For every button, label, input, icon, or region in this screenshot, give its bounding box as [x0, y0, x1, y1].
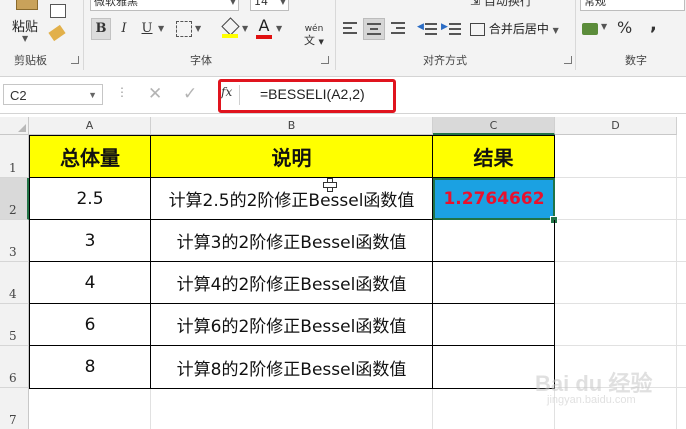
- chevron-down-icon: ▼: [229, 0, 236, 6]
- align-center-button[interactable]: [363, 18, 385, 40]
- paste-icon: [16, 0, 38, 10]
- cell-b5[interactable]: 计算6的2阶修正Bessel函数值: [151, 304, 433, 346]
- cell-a3[interactable]: 3: [29, 220, 151, 262]
- chevron-down-icon[interactable]: ▼: [158, 24, 164, 33]
- wrap-text-icon: ⇲: [470, 0, 481, 8]
- cell-a2[interactable]: 2.5: [29, 178, 151, 220]
- comma-style-button[interactable]: ,: [650, 14, 657, 35]
- cell-c5[interactable]: [433, 304, 555, 346]
- row-header-1[interactable]: 1: [0, 135, 29, 178]
- column-header-c[interactable]: C: [433, 117, 555, 135]
- clipboard-launcher-icon[interactable]: [71, 56, 79, 64]
- formula-input[interactable]: =BESSELI(A2,2): [260, 86, 365, 102]
- header-cell-result[interactable]: 结果: [433, 135, 555, 178]
- gridline: [555, 345, 686, 346]
- gridline: [150, 388, 151, 429]
- row-header-7[interactable]: 7: [0, 388, 29, 429]
- row-header-6[interactable]: 6: [0, 346, 29, 388]
- watermark-logo: Bai du 经验 jingyan.baidu.com: [535, 371, 653, 406]
- gridline: [432, 388, 433, 429]
- italic-button[interactable]: I: [114, 18, 134, 40]
- gridline: [555, 303, 686, 304]
- gridline: [555, 219, 686, 220]
- cell-c4[interactable]: [433, 262, 555, 304]
- cell-cursor-icon: [323, 178, 337, 192]
- wrap-text-button[interactable]: ⇲ 自动换行: [470, 0, 565, 8]
- chevron-down-icon: ▼: [552, 26, 559, 35]
- chevron-down-icon[interactable]: ▼: [276, 24, 282, 33]
- column-header-d[interactable]: D: [555, 117, 677, 135]
- merge-icon: [470, 23, 485, 36]
- accounting-format-icon[interactable]: ▼: [582, 20, 607, 38]
- row-header-3[interactable]: 3: [0, 220, 29, 262]
- font-size-select[interactable]: 14 ▼: [250, 0, 289, 11]
- chevron-down-icon[interactable]: ▼: [242, 24, 248, 33]
- borders-icon[interactable]: [176, 21, 192, 37]
- cell-a5[interactable]: 6: [29, 304, 151, 346]
- group-divider: [83, 0, 84, 70]
- font-color-icon[interactable]: A: [256, 16, 272, 39]
- select-all-corner[interactable]: [0, 117, 29, 135]
- phonetic-guide-button[interactable]: wén 文 ▼: [299, 16, 329, 47]
- chevron-down-icon: ▼: [88, 90, 97, 100]
- row-header-2[interactable]: 2: [0, 178, 29, 220]
- header-cell-total[interactable]: 总体量: [29, 135, 151, 178]
- name-box[interactable]: C2 ▼: [3, 84, 103, 105]
- cell-b3[interactable]: 计算3的2阶修正Bessel函数值: [151, 220, 433, 262]
- font-launcher-icon[interactable]: [321, 56, 329, 64]
- column-header-b[interactable]: B: [151, 117, 433, 135]
- number-group-label: 数字: [625, 54, 647, 67]
- alignment-group-label: 对齐方式: [423, 54, 467, 67]
- bold-button[interactable]: B: [91, 18, 111, 40]
- chevron-down-icon: ▼: [22, 34, 29, 43]
- copy-icon[interactable]: [50, 4, 66, 18]
- chevron-down-icon: ▼: [279, 0, 286, 6]
- cell-b6[interactable]: 计算8的2阶修正Bessel函数值: [151, 346, 433, 389]
- header-cell-description[interactable]: 说明: [151, 135, 433, 178]
- column-header-a[interactable]: A: [29, 117, 151, 135]
- decrease-indent-icon[interactable]: ◀: [417, 20, 437, 38]
- group-divider: [575, 0, 576, 70]
- row-header-4[interactable]: 4: [0, 262, 29, 304]
- merge-center-button[interactable]: 合并后居中 ▼: [470, 20, 570, 40]
- more-options-icon[interactable]: ⋮: [116, 85, 128, 99]
- row-header-5[interactable]: 5: [0, 304, 29, 346]
- number-format-select[interactable]: 常规: [580, 0, 685, 11]
- cell-b4[interactable]: 计算4的2阶修正Bessel函数值: [151, 262, 433, 304]
- align-right-button[interactable]: [389, 20, 407, 38]
- gridline: [555, 261, 686, 262]
- enter-check-icon[interactable]: ✓: [183, 84, 197, 104]
- format-painter-icon[interactable]: [48, 24, 66, 42]
- chevron-down-icon[interactable]: ▼: [195, 24, 201, 33]
- gridline: [555, 177, 686, 178]
- alignment-launcher-icon[interactable]: [564, 56, 572, 64]
- percent-style-button[interactable]: %: [617, 18, 632, 37]
- increase-indent-icon[interactable]: ▶: [441, 20, 461, 38]
- clipboard-group-label: 剪贴板: [14, 54, 47, 67]
- cell-c3[interactable]: [433, 220, 555, 262]
- paste-button[interactable]: 粘贴 ▼: [8, 0, 44, 44]
- cell-a6[interactable]: 8: [29, 346, 151, 389]
- cell-a4[interactable]: 4: [29, 262, 151, 304]
- cancel-icon[interactable]: ✕: [148, 84, 162, 104]
- group-divider: [335, 0, 336, 70]
- align-left-button[interactable]: [341, 20, 359, 38]
- underline-button[interactable]: U: [137, 18, 157, 40]
- gridline: [676, 135, 677, 429]
- cell-c2-selected[interactable]: 1.2764662: [433, 178, 555, 220]
- font-group-label: 字体: [190, 54, 212, 67]
- cell-b2[interactable]: 计算2.5的2阶修正Bessel函数值: [151, 178, 433, 220]
- ribbon: 粘贴 ▼ 剪贴板 微软雅黑 ▼ 14 ▼ B I U ▼ ▼ ▼ A ▼ wén 文…: [0, 0, 686, 77]
- fill-color-icon[interactable]: [221, 17, 240, 38]
- font-name-select[interactable]: 微软雅黑 ▼: [90, 0, 239, 11]
